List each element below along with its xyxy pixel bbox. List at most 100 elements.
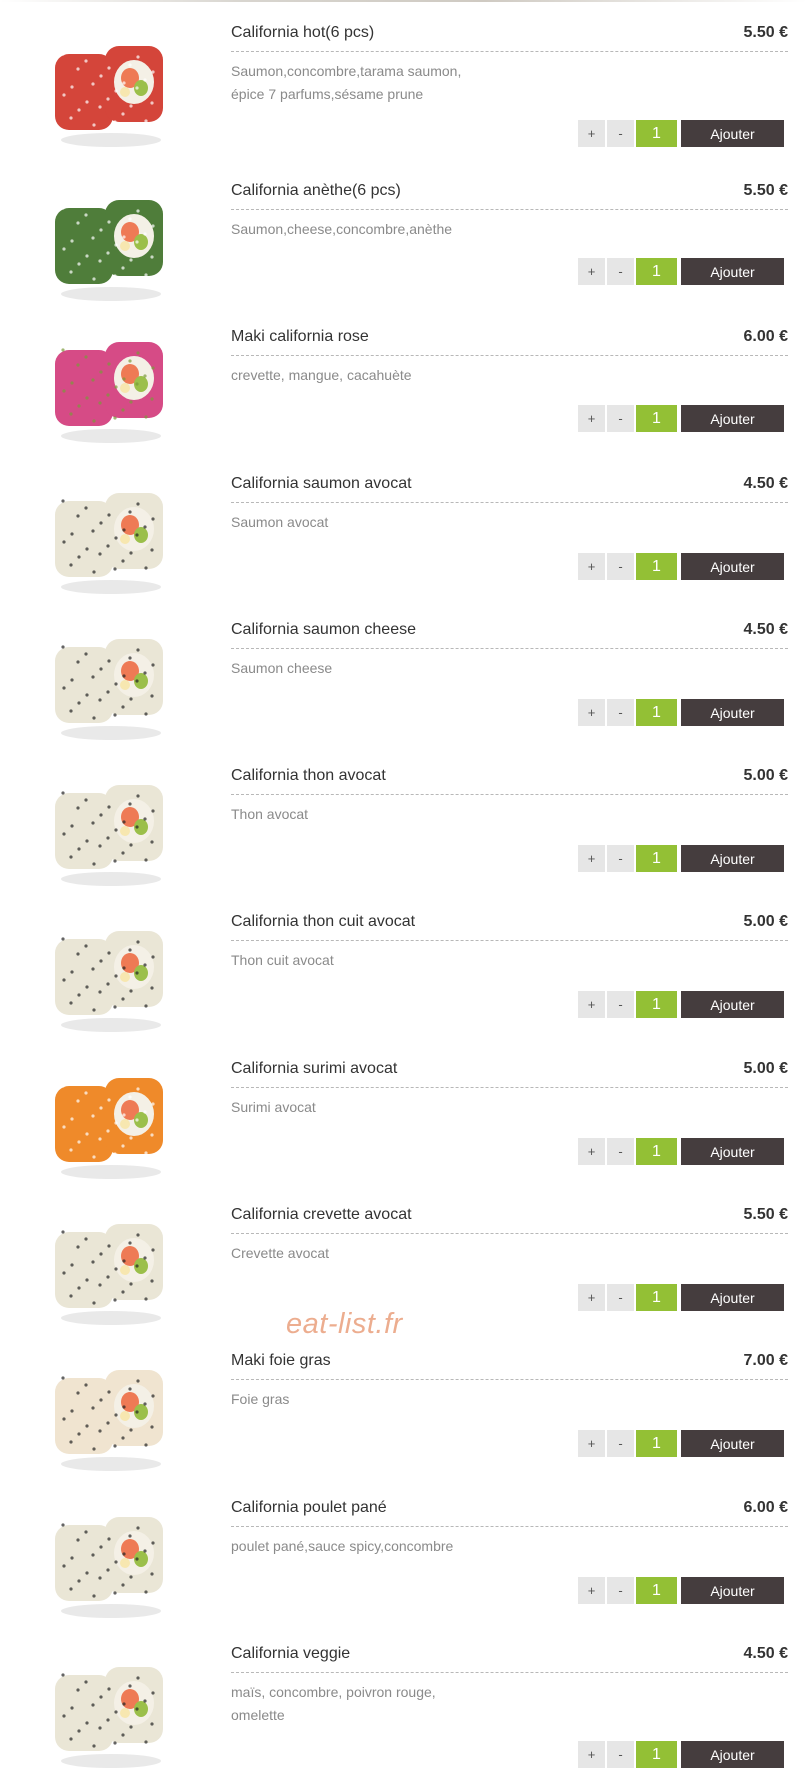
- add-to-cart-button[interactable]: Ajouter: [681, 1577, 784, 1604]
- quantity-controls: + -1 Ajouter: [578, 845, 784, 872]
- dashed-divider: [231, 355, 788, 356]
- increase-quantity-button[interactable]: +: [578, 405, 605, 432]
- item-description: Saumon avocat: [231, 514, 329, 530]
- item-title: California veggie: [231, 1645, 351, 1662]
- quantity-controls: + -1 Ajouter: [578, 1430, 784, 1457]
- increase-quantity-button[interactable]: +: [578, 991, 605, 1018]
- increase-quantity-button[interactable]: +: [578, 120, 605, 147]
- add-to-cart-button[interactable]: Ajouter: [681, 120, 784, 147]
- sushi-photo: [45, 1210, 175, 1330]
- decrease-quantity-button[interactable]: -: [607, 1741, 634, 1768]
- decrease-quantity-button[interactable]: -: [607, 1430, 634, 1457]
- quantity-field[interactable]: 1: [636, 1430, 677, 1457]
- dashed-divider: [231, 1526, 788, 1527]
- increase-quantity-button[interactable]: +: [578, 1138, 605, 1165]
- item-price: 5.50 €: [743, 182, 788, 199]
- dashed-divider: [231, 502, 788, 503]
- quantity-controls: + -1 Ajouter: [578, 1284, 784, 1311]
- item-title: Maki california rose: [231, 328, 369, 345]
- decrease-quantity-button[interactable]: -: [607, 405, 634, 432]
- decrease-quantity-button[interactable]: -: [607, 1577, 634, 1604]
- add-to-cart-button[interactable]: Ajouter: [681, 991, 784, 1018]
- add-to-cart-button[interactable]: Ajouter: [681, 1741, 784, 1768]
- dashed-divider: [231, 940, 788, 941]
- item-title: California thon cuit avocat: [231, 913, 416, 930]
- dashed-divider: [231, 1233, 788, 1234]
- increase-quantity-button[interactable]: +: [578, 553, 605, 580]
- item-price: 5.50 €: [743, 1206, 788, 1223]
- item-description: Thon avocat: [231, 806, 309, 822]
- item-description: Saumon,cheese,concombre,anèthe: [231, 221, 453, 237]
- menu-item: California hot(6 pcs) 5.50 € Saumon,concom…: [0, 24, 807, 170]
- decrease-quantity-button[interactable]: -: [607, 1284, 634, 1311]
- decrease-quantity-button[interactable]: -: [607, 553, 634, 580]
- add-to-cart-button[interactable]: Ajouter: [681, 1284, 784, 1311]
- quantity-field[interactable]: 1: [636, 1284, 677, 1311]
- item-title: California poulet pané: [231, 1499, 387, 1516]
- item-description: Foie gras: [231, 1391, 290, 1407]
- increase-quantity-button[interactable]: +: [578, 1284, 605, 1311]
- sushi-photo: [45, 1356, 175, 1476]
- decrease-quantity-button[interactable]: -: [607, 991, 634, 1018]
- quantity-controls: + -1 Ajouter: [578, 258, 784, 285]
- decrease-quantity-button[interactable]: -: [607, 699, 634, 726]
- dashed-divider: [231, 1379, 788, 1380]
- item-title: California crevette avocat: [231, 1206, 412, 1223]
- increase-quantity-button[interactable]: +: [578, 1577, 605, 1604]
- add-to-cart-button[interactable]: Ajouter: [681, 1430, 784, 1457]
- top-divider: [0, 0, 807, 2]
- item-description: crevette, mangue, cacahuète: [231, 367, 412, 383]
- watermark: eat-list.fr: [286, 1308, 403, 1340]
- menu-item: California thon avocat 5.00 € Thon avocat +…: [0, 767, 807, 913]
- dashed-divider: [231, 648, 788, 649]
- increase-quantity-button[interactable]: +: [578, 845, 605, 872]
- sushi-photo: [45, 328, 175, 448]
- quantity-field[interactable]: 1: [636, 1741, 677, 1768]
- quantity-controls: + -1 Ajouter: [578, 1741, 784, 1768]
- quantity-field[interactable]: 1: [636, 991, 677, 1018]
- decrease-quantity-button[interactable]: -: [607, 845, 634, 872]
- increase-quantity-button[interactable]: +: [578, 1430, 605, 1457]
- quantity-field[interactable]: 1: [636, 1138, 677, 1165]
- quantity-field[interactable]: 1: [636, 553, 677, 580]
- add-to-cart-button[interactable]: Ajouter: [681, 845, 784, 872]
- decrease-quantity-button[interactable]: -: [607, 1138, 634, 1165]
- item-price: 5.00 €: [743, 913, 788, 930]
- menu-item: California crevette avocat 5.50 € Crevette…: [0, 1206, 807, 1352]
- add-to-cart-button[interactable]: Ajouter: [681, 1138, 784, 1165]
- quantity-controls: + -1 Ajouter: [578, 553, 784, 580]
- item-price: 4.50 €: [743, 621, 788, 638]
- item-title: California saumon cheese: [231, 621, 416, 638]
- add-to-cart-button[interactable]: Ajouter: [681, 553, 784, 580]
- quantity-field[interactable]: 1: [636, 120, 677, 147]
- add-to-cart-button[interactable]: Ajouter: [681, 405, 784, 432]
- quantity-controls: + -1 Ajouter: [578, 405, 784, 432]
- decrease-quantity-button[interactable]: -: [607, 120, 634, 147]
- quantity-field[interactable]: 1: [636, 1577, 677, 1604]
- quantity-controls: + -1 Ajouter: [578, 120, 784, 147]
- increase-quantity-button[interactable]: +: [578, 258, 605, 285]
- item-description: Saumon,concombre,tarama saumon, épice 7 …: [231, 63, 462, 102]
- menu-item: California surimi avocat 5.00 € Surimi avo…: [0, 1060, 807, 1206]
- add-to-cart-button[interactable]: Ajouter: [681, 258, 784, 285]
- sushi-photo: [45, 771, 175, 891]
- item-title: California anèthe(6 pcs): [231, 182, 401, 199]
- increase-quantity-button[interactable]: +: [578, 1741, 605, 1768]
- item-description: Surimi avocat: [231, 1099, 316, 1115]
- item-price: 6.00 €: [743, 328, 788, 345]
- quantity-field[interactable]: 1: [636, 845, 677, 872]
- quantity-field[interactable]: 1: [636, 699, 677, 726]
- item-title: California surimi avocat: [231, 1060, 398, 1077]
- sushi-photo: [45, 1503, 175, 1623]
- item-title: California saumon avocat: [231, 475, 412, 492]
- menu-item: Maki california rose 6.00 € crevette, mang…: [0, 328, 807, 474]
- quantity-field[interactable]: 1: [636, 405, 677, 432]
- item-description: Crevette avocat: [231, 1245, 330, 1261]
- item-description: maïs, concombre, poivron rouge, omelette: [231, 1684, 436, 1723]
- increase-quantity-button[interactable]: +: [578, 699, 605, 726]
- item-price: 4.50 €: [743, 475, 788, 492]
- item-description: Thon cuit avocat: [231, 952, 334, 968]
- decrease-quantity-button[interactable]: -: [607, 258, 634, 285]
- quantity-field[interactable]: 1: [636, 258, 677, 285]
- add-to-cart-button[interactable]: Ajouter: [681, 699, 784, 726]
